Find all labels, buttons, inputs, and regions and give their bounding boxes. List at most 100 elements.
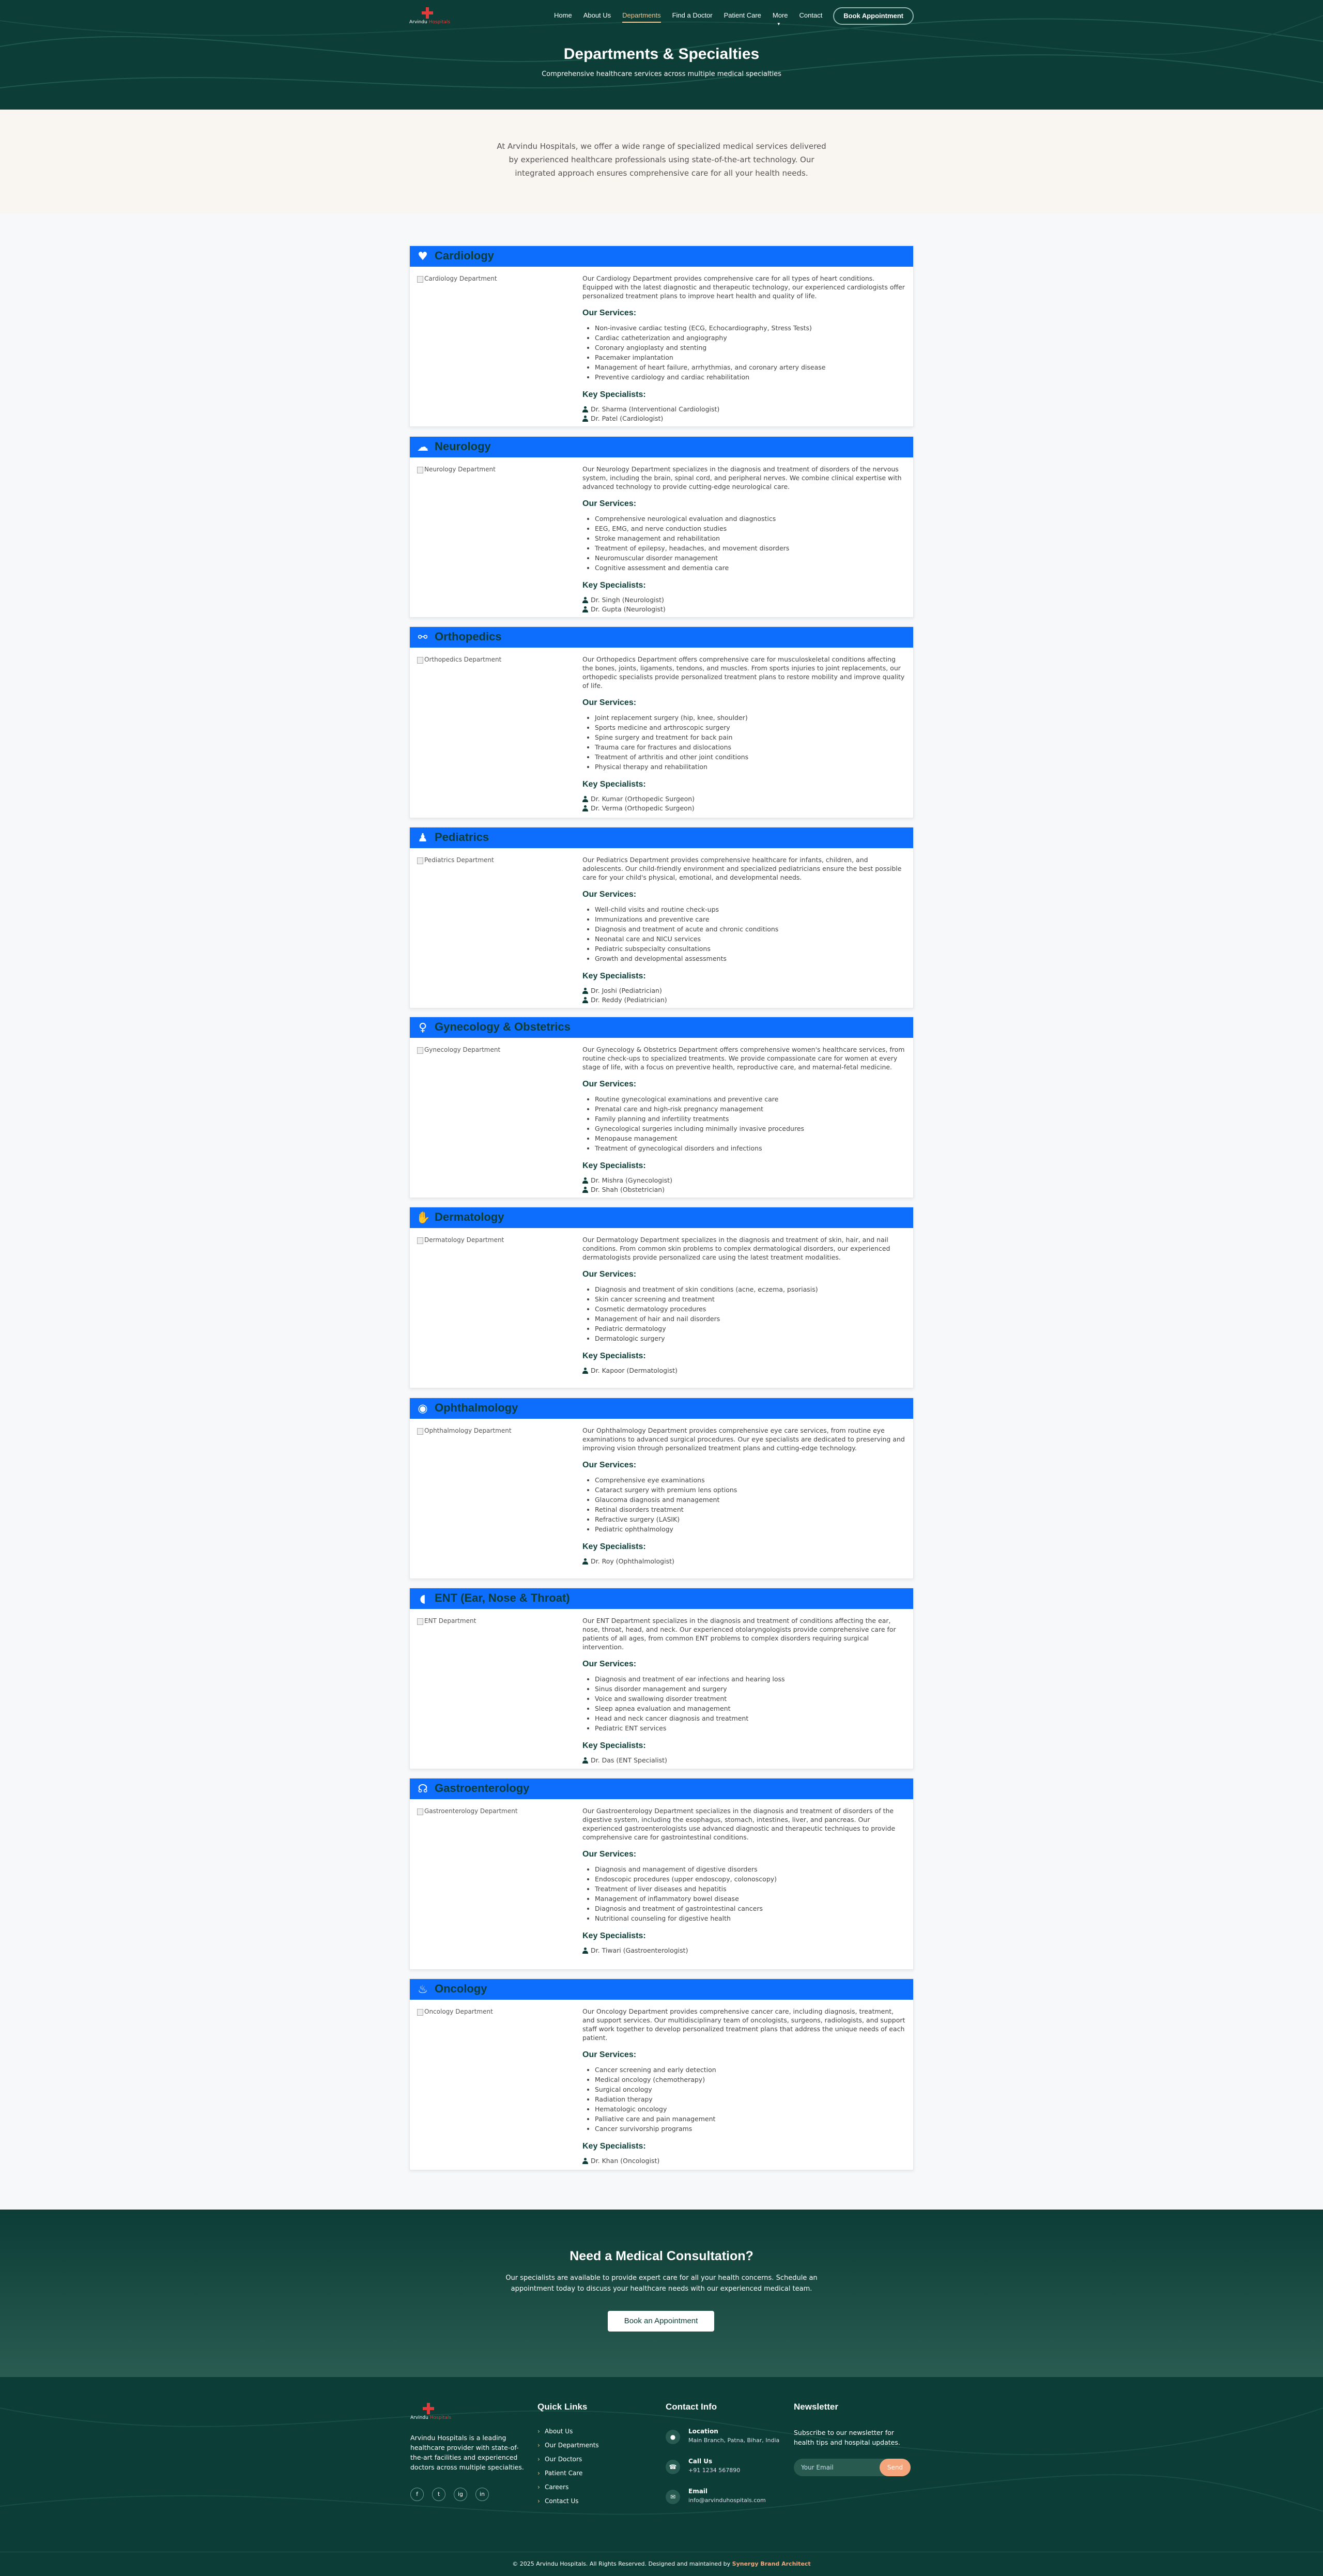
department-body: Our Gastroenterology Department speciali… (582, 1806, 906, 1955)
logo-name: Arvindu (410, 2415, 428, 2420)
services-list: Comprehensive neurological evaluation an… (582, 514, 906, 573)
hand-icon: ✋ (416, 1212, 430, 1224)
footer-link[interactable]: About Us (537, 2428, 599, 2435)
newsletter-send-button[interactable]: Send (880, 2459, 911, 2476)
department-card: ⚯ Orthopedics Orthopedics Department Our… (409, 626, 914, 818)
nav-menu: Home About Us Departments Find a Doctor … (554, 11, 834, 26)
nav-more[interactable]: More ▼ (773, 11, 788, 26)
nav-about[interactable]: About Us (583, 11, 611, 19)
service-item: Physical therapy and rehabilitation (595, 762, 906, 772)
facebook-icon[interactable]: f (410, 2488, 424, 2501)
footer-link[interactable]: Our Doctors (537, 2456, 599, 2463)
nav-departments[interactable]: Departments (622, 11, 662, 23)
services-heading: Our Services: (582, 1270, 637, 1279)
service-item: Non-invasive cardiac testing (ECG, Echoc… (595, 323, 906, 333)
specialist-item: Dr. Khan (Oncologist) (582, 2156, 749, 2166)
footer-link[interactable]: Contact Us (537, 2497, 599, 2505)
services-heading: Our Services: (582, 698, 637, 707)
footer-link[interactable]: Careers (537, 2483, 599, 2491)
designer-link[interactable]: Synergy Brand Architect (732, 2560, 811, 2567)
department-card: ♟ Pediatrics Pediatrics Department Our P… (409, 827, 914, 1008)
service-item: Stroke management and rehabilitation (595, 533, 906, 543)
department-body: Our Pediatrics Department provides compr… (582, 855, 906, 1005)
specialist-item: Dr. Sharma (Interventional Cardiologist) (582, 405, 749, 414)
department-description: Our Pediatrics Department provides compr… (582, 856, 902, 881)
specialist-item: Dr. Kapoor (Dermatologist) (582, 1366, 749, 1375)
user-md-icon (582, 597, 588, 603)
department-header: ♟ Pediatrics (410, 827, 913, 848)
services-heading: Our Services: (582, 1080, 637, 1088)
department-body: Our Neurology Department specializes in … (582, 465, 906, 614)
service-item: Cancer survivorship programs (595, 2124, 906, 2134)
instagram-icon[interactable]: ig (454, 2488, 467, 2501)
service-item: Cosmetic dermatology procedures (595, 1304, 906, 1314)
service-item: Radiation therapy (595, 2094, 906, 2104)
service-item: Joint replacement surgery (hip, knee, sh… (595, 713, 906, 723)
service-item: Skin cancer screening and treatment (595, 1294, 906, 1304)
department-image: Orthopedics Department (417, 656, 572, 664)
service-item: Routine gynecological examinations and p… (595, 1094, 906, 1104)
user-md-icon (582, 1368, 588, 1374)
specialists-heading: Key Specialists: (582, 1542, 646, 1551)
hospital-logo[interactable]: Arvindu Hospitals (409, 6, 450, 27)
footer-logo[interactable]: Arvindu Hospitals (410, 2402, 451, 2422)
intro-section: At Arvindu Hospitals, we offer a wide ra… (0, 110, 1323, 214)
department-card: ◉ Ophthalmology Ophthalmology Department… (409, 1398, 914, 1579)
department-image: Gynecology Department (417, 1046, 572, 1054)
service-item: Treatment of epilepsy, headaches, and mo… (595, 543, 906, 553)
service-item: Menopause management (595, 1133, 906, 1143)
service-item: Sleep apnea evaluation and management (595, 1704, 906, 1713)
department-description: Our ENT Department specializes in the di… (582, 1617, 896, 1651)
contact-heading: Contact Info (666, 2402, 717, 2412)
female-icon: ♀ (418, 1021, 427, 1034)
service-item: Diagnosis and treatment of acute and chr… (595, 924, 906, 934)
cta-title: Need a Medical Consultation? (570, 2249, 753, 2263)
contact-value: Main Branch, Patna, Bihar, India (688, 2437, 780, 2444)
service-item: Neuromuscular disorder management (595, 553, 906, 563)
nav-contact[interactable]: Contact (799, 11, 823, 19)
contact-label: Call Us (688, 2458, 713, 2465)
specialist-item: Dr. Gupta (Neurologist) (582, 605, 749, 614)
services-list: Non-invasive cardiac testing (ECG, Echoc… (582, 323, 906, 382)
nav-find-doctor[interactable]: Find a Doctor (672, 11, 713, 19)
department-header: ◖ ENT (Ear, Nose & Throat) (410, 1588, 913, 1609)
medical-cross-icon (422, 7, 433, 19)
nav-home[interactable]: Home (554, 11, 572, 19)
service-item: Sports medicine and arthroscopic surgery (595, 723, 906, 732)
department-title: Orthopedics (435, 630, 502, 643)
department-card: ◖ ENT (Ear, Nose & Throat) ENT Departmen… (409, 1588, 914, 1769)
book-appointment-button[interactable]: Book Appointment (833, 7, 914, 25)
specialist-name: Dr. Kumar (Orthopedic Surgeon) (591, 795, 695, 803)
user-md-icon (582, 1948, 588, 1954)
nav-patient-care[interactable]: Patient Care (724, 11, 761, 19)
book-an-appointment-button[interactable]: Book an Appointment (608, 2311, 714, 2332)
contact-value[interactable]: +91 1234 567890 (688, 2467, 779, 2474)
twitter-icon[interactable]: t (432, 2488, 445, 2501)
service-item: Trauma care for fractures and dislocatio… (595, 742, 906, 752)
specialist-name: Dr. Das (ENT Specialist) (591, 1756, 667, 1764)
mail-icon: ✉ (666, 2490, 680, 2504)
heart-pulse-icon: ♥ (418, 250, 428, 263)
contact-label: Location (688, 2428, 718, 2435)
service-item: Pediatric ophthalmology (595, 1524, 906, 1534)
top-navigation: Arvindu Hospitals Home About Us Departme… (409, 6, 914, 27)
footer-link[interactable]: Our Departments (537, 2442, 599, 2449)
chevron-down-icon: ▼ (776, 22, 781, 26)
specialist-item: Dr. Patel (Cardiologist) (582, 414, 749, 423)
services-heading: Our Services: (582, 2050, 637, 2059)
service-item: Voice and swallowing disorder treatment (595, 1694, 906, 1704)
department-image: Dermatology Department (417, 1236, 572, 1244)
specialists-list: Dr. Tiwari (Gastroenterologist) (582, 1946, 906, 1955)
specialists-list: Dr. Khan (Oncologist) (582, 2156, 906, 2166)
department-card: ☊ Gastroenterology Gastroenterology Depa… (409, 1778, 914, 1970)
department-body: Our Ophthalmology Department provides co… (582, 1426, 906, 1566)
linkedin-icon[interactable]: in (475, 2488, 489, 2501)
contact-value[interactable]: info@arvinduhospitals.com (688, 2497, 779, 2504)
specialist-name: Dr. Kapoor (Dermatologist) (591, 1367, 678, 1374)
specialist-item: Dr. Kumar (Orthopedic Surgeon) (582, 794, 749, 804)
social-links: f t ig in (410, 2488, 524, 2501)
footer-link[interactable]: Patient Care (537, 2470, 599, 2477)
department-description: Our Gynecology & Obstetrics Department o… (582, 1046, 905, 1071)
specialist-item: Dr. Das (ENT Specialist) (582, 1756, 749, 1765)
service-item: Preventive cardiology and cardiac rehabi… (595, 372, 906, 382)
